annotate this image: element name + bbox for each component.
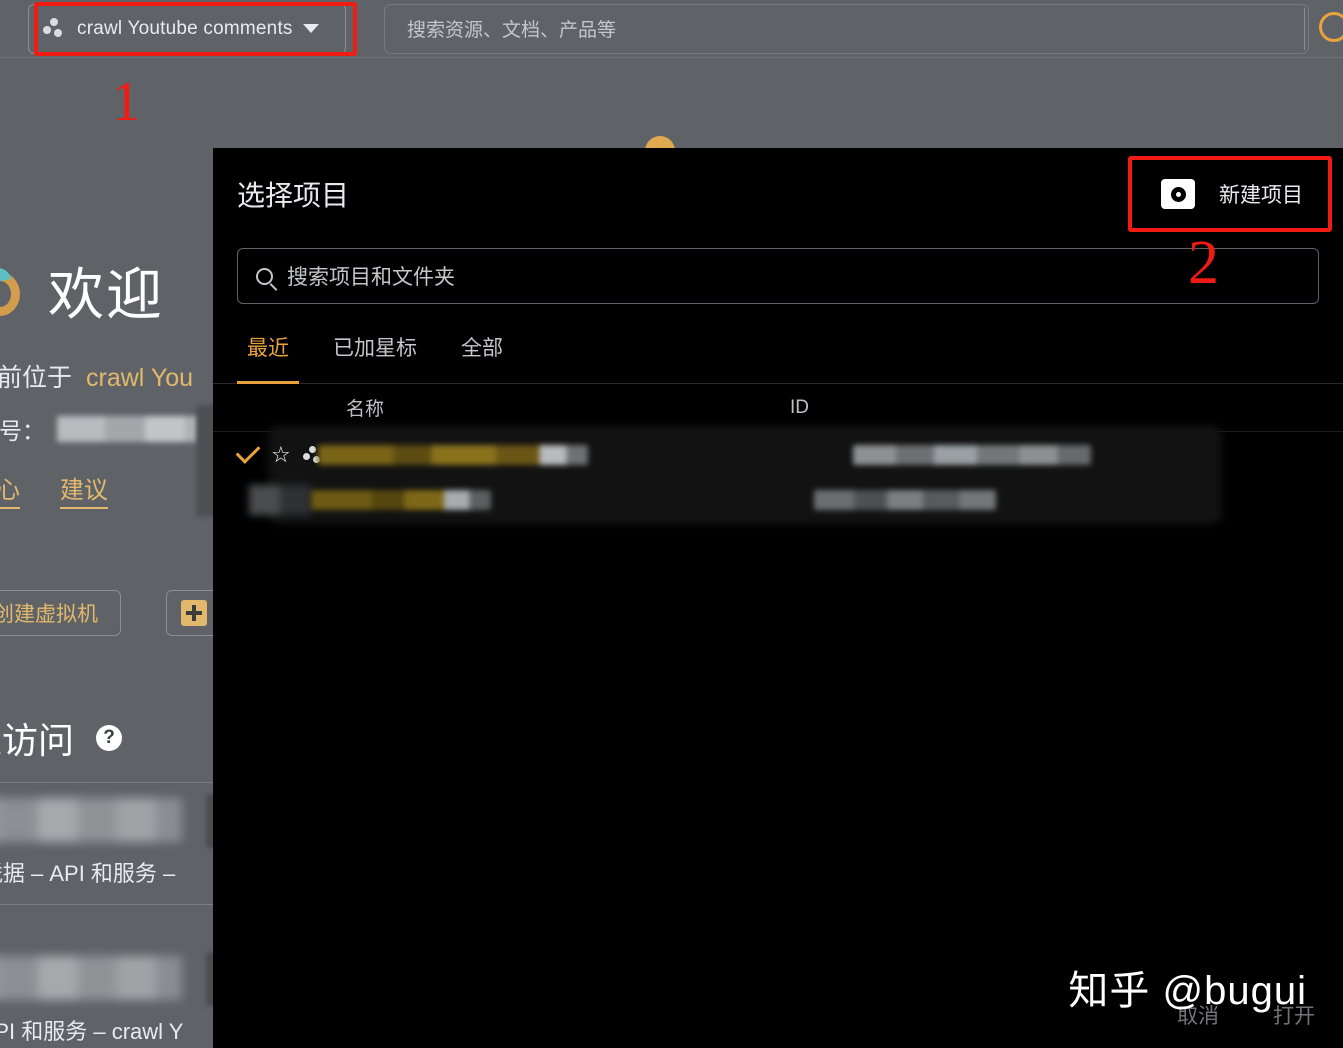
card-label: PI API 和服务 – crawl Y xyxy=(0,1019,184,1044)
card-thumbnail-redacted xyxy=(0,956,182,1000)
project-number-label: 编号： xyxy=(0,418,45,444)
tab-all-label: 全部 xyxy=(461,337,503,360)
project-number-row: 编号： xyxy=(0,412,217,446)
plus-icon xyxy=(181,600,207,626)
dialog-tabs: 最近 已加星标 全部 xyxy=(213,328,1343,384)
table-row[interactable] xyxy=(213,477,1343,522)
screenshot-root: crawl Youtube comments 搜索资源、文档、产品等 欢迎 目前… xyxy=(0,0,1343,1048)
column-header-id: ID xyxy=(790,396,810,418)
quick-access-card[interactable]: PI API 和服务 – crawl Y xyxy=(0,944,226,1048)
page-title: 欢迎 xyxy=(48,263,164,326)
folder-gear-icon xyxy=(1161,179,1195,209)
help-icon[interactable]: ? xyxy=(96,725,123,751)
top-app-bar: crawl Youtube comments 搜索资源、文档、产品等 xyxy=(0,0,1343,58)
row-id-redacted xyxy=(853,444,1091,465)
row-icon-group: ☆ xyxy=(213,439,320,466)
quick-access-heading: 速访问 ? xyxy=(0,712,123,764)
select-project-dialog: 选择项目 新建项目 搜索项目和文件夹 最近 已加星标 全部 名称 ID ☆ 取消… xyxy=(213,148,1343,1048)
dialog-search-input[interactable]: 搜索项目和文件夹 xyxy=(237,248,1319,304)
link-center[interactable]: 中心 xyxy=(0,470,20,509)
search-icon xyxy=(256,267,273,285)
new-project-label: 新建项目 xyxy=(1219,184,1303,207)
create-vm-label: 创建虚拟机 xyxy=(0,603,98,626)
welcome-row: 欢迎 xyxy=(0,250,164,331)
location-prefix-label: 目前位于 xyxy=(0,364,73,392)
project-selector[interactable]: crawl Youtube comments xyxy=(28,3,346,54)
check-icon xyxy=(235,439,261,464)
dialog-header: 选择项目 新建项目 xyxy=(213,148,1343,240)
card-thumbnail-redacted xyxy=(0,798,182,842)
help-circle-icon[interactable] xyxy=(1319,12,1343,42)
project-number-value-redacted xyxy=(57,416,217,442)
link-suggestion[interactable]: 建议 xyxy=(60,470,108,509)
global-search-bar[interactable]: 搜索资源、文档、产品等 xyxy=(384,3,1309,54)
row-icon-redacted xyxy=(249,484,311,515)
project-dots-icon xyxy=(43,17,65,40)
section-divider xyxy=(0,782,220,783)
watermark: 知乎 @bugui xyxy=(1068,969,1307,1013)
table-row[interactable]: ☆ xyxy=(213,432,1343,477)
tab-recent[interactable]: 最近 xyxy=(237,328,323,384)
dialog-title: 选择项目 xyxy=(237,180,350,211)
quick-access-title: 速访问 xyxy=(0,720,75,761)
tab-all[interactable]: 全部 xyxy=(451,328,537,384)
dialog-search-placeholder: 搜索项目和文件夹 xyxy=(287,266,455,289)
chevron-down-icon[interactable] xyxy=(302,24,319,33)
project-selector-label: crawl Youtube comments xyxy=(77,17,293,39)
card-label: PI 凭据 – API 和服务 – xyxy=(0,861,176,886)
row-id-redacted xyxy=(814,489,996,510)
row-name-redacted xyxy=(318,444,588,465)
table-header-row: 名称 ID xyxy=(213,384,1343,432)
tab-recent-label: 最近 xyxy=(247,337,289,360)
location-project-link[interactable]: crawl You xyxy=(86,364,193,393)
column-header-name: 名称 xyxy=(346,399,385,420)
new-project-button[interactable]: 新建项目 xyxy=(1145,169,1319,219)
global-search-placeholder: 搜索资源、文档、产品等 xyxy=(407,20,617,41)
quick-access-card[interactable]: PI 凭据 – API 和服务 – xyxy=(0,786,226,905)
tab-starred-label: 已加星标 xyxy=(333,337,417,360)
row-name-redacted xyxy=(311,489,491,510)
current-location-row: 目前位于 crawl You xyxy=(0,358,193,394)
star-icon[interactable]: ☆ xyxy=(271,443,291,466)
google-cloud-logo-icon xyxy=(0,262,30,320)
topbar-divider xyxy=(1304,8,1305,50)
create-vm-button[interactable]: 创建虚拟机 xyxy=(0,590,121,636)
welcome-links: 中心 建议 xyxy=(0,470,108,509)
tab-starred[interactable]: 已加星标 xyxy=(323,328,451,384)
